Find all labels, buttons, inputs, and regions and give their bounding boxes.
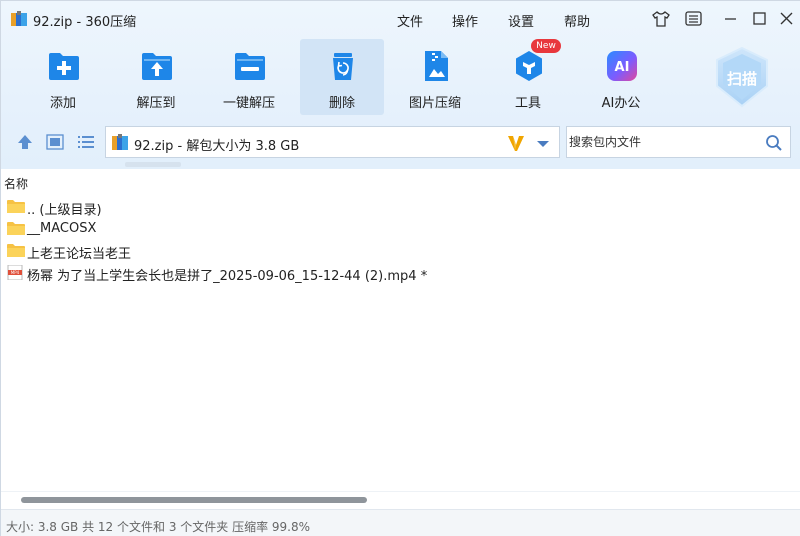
add-icon [49, 53, 79, 80]
list-item-name: 上老王论坛当老王 [27, 247, 132, 262]
toolbar-delete-button[interactable]: 删除 [300, 39, 384, 115]
thumbnail-view-icon[interactable] [46, 134, 64, 150]
address-row: 92.zip - 解包大小为 3.8 GB [1, 126, 800, 158]
v-logo-icon[interactable] [506, 133, 526, 153]
toolbar-label: 工具 [514, 96, 541, 111]
menu-operation[interactable]: 操作 [452, 11, 478, 30]
list-item[interactable]: MP4 杨幂 为了当上学生会长也是拼了_2025-09-06_15-12-44 … [5, 263, 505, 284]
close-icon [780, 12, 793, 25]
one-click-extract-icon [235, 53, 265, 80]
address-tab-indicator [125, 162, 181, 167]
toolbar-ai-office-button[interactable]: AI AI办公 [579, 39, 663, 115]
column-header-name[interactable]: 名称 [4, 175, 28, 192]
search-icon[interactable] [765, 134, 783, 152]
close-button[interactable] [777, 10, 797, 28]
toolbar-label: 一键解压 [222, 96, 275, 111]
svg-text:AI: AI [615, 60, 630, 75]
folder-icon [7, 244, 25, 257]
list-item-name: __MACOSX [27, 221, 97, 236]
window-title: 92.zip - 360压缩 [33, 15, 137, 30]
search-input[interactable] [569, 129, 759, 155]
title-bar: 92.zip - 360压缩 文件 操作 设置 帮助 [1, 1, 800, 37]
folder-icon [7, 200, 25, 213]
maximize-icon [753, 12, 766, 25]
extract-to-icon [142, 53, 172, 80]
toolbar-label: 解压到 [136, 96, 176, 111]
delete-icon [333, 53, 353, 80]
list-item-name: .. (上级目录) [27, 203, 102, 218]
main-menu-button[interactable] [684, 10, 704, 28]
app-window: 92.zip - 360压缩 文件 操作 设置 帮助 添加 解压到 一键解压 删… [0, 0, 800, 536]
menu-settings[interactable]: 设置 [508, 11, 534, 30]
toolbar-label: 添加 [49, 96, 76, 111]
new-badge: New [531, 39, 561, 53]
toolbar-label: 删除 [328, 96, 355, 111]
svg-text:MP4: MP4 [11, 270, 20, 275]
minimize-button[interactable] [721, 10, 741, 28]
toolbar-add-button[interactable]: 添加 [21, 39, 105, 115]
toolbar-image-compress-button[interactable]: 图片压缩 [393, 39, 477, 115]
list-view-icon[interactable] [77, 134, 95, 150]
up-arrow-icon[interactable] [16, 134, 34, 150]
tshirt-icon [652, 11, 670, 27]
list-item[interactable]: 上老王论坛当老王 [5, 241, 505, 262]
menu-icon [685, 11, 702, 26]
skin-button[interactable] [651, 10, 671, 28]
list-item[interactable]: __MACOSX [5, 219, 505, 240]
scrollbar-thumb[interactable] [21, 497, 367, 503]
menu-help[interactable]: 帮助 [564, 11, 590, 30]
toolbar-extract-to-button[interactable]: 解压到 [114, 39, 198, 115]
image-compress-icon [425, 51, 448, 81]
maximize-button[interactable] [750, 10, 770, 28]
toolbar: 添加 解压到 一键解压 删除 图片压缩 工具 New AI AI办公 [1, 39, 800, 115]
toolbar-label: AI办公 [601, 96, 641, 111]
chevron-down-icon[interactable] [536, 139, 550, 149]
status-text: 大小: 3.8 GB 共 12 个文件和 3 个文件夹 压缩率 99.8% [6, 520, 311, 534]
search-box[interactable] [566, 126, 791, 158]
toolbar-label: 图片压缩 [408, 96, 461, 111]
file-list: 名称 .. (上级目录) __MACOSX 上老王论坛当老王 MP4 杨幂 为了… [1, 169, 800, 491]
archive-app-icon [11, 11, 27, 26]
archive-file-icon [112, 134, 128, 150]
list-item-name: 杨幂 为了当上学生会长也是拼了_2025-09-06_15-12-44 (2).… [27, 269, 428, 284]
address-bar[interactable]: 92.zip - 解包大小为 3.8 GB [105, 126, 560, 158]
video-file-icon: MP4 [7, 265, 23, 280]
minimize-icon [725, 18, 736, 20]
scan-button[interactable]: 扫描 [713, 46, 771, 108]
scan-label: 扫描 [726, 70, 757, 88]
status-bar: 大小: 3.8 GB 共 12 个文件和 3 个文件夹 压缩率 99.8% [1, 509, 800, 536]
window-chrome: 92.zip - 360压缩 文件 操作 设置 帮助 添加 解压到 一键解压 删… [1, 1, 800, 169]
folder-icon [7, 222, 25, 235]
list-item[interactable]: .. (上级目录) [5, 197, 505, 218]
tools-icon [516, 51, 542, 81]
menu-file[interactable]: 文件 [397, 11, 423, 30]
address-path: 92.zip - 解包大小为 3.8 GB [134, 139, 300, 154]
ai-office-icon: AI [607, 51, 637, 81]
toolbar-one-click-extract-button[interactable]: 一键解压 [207, 39, 291, 115]
horizontal-scrollbar[interactable] [1, 491, 800, 509]
